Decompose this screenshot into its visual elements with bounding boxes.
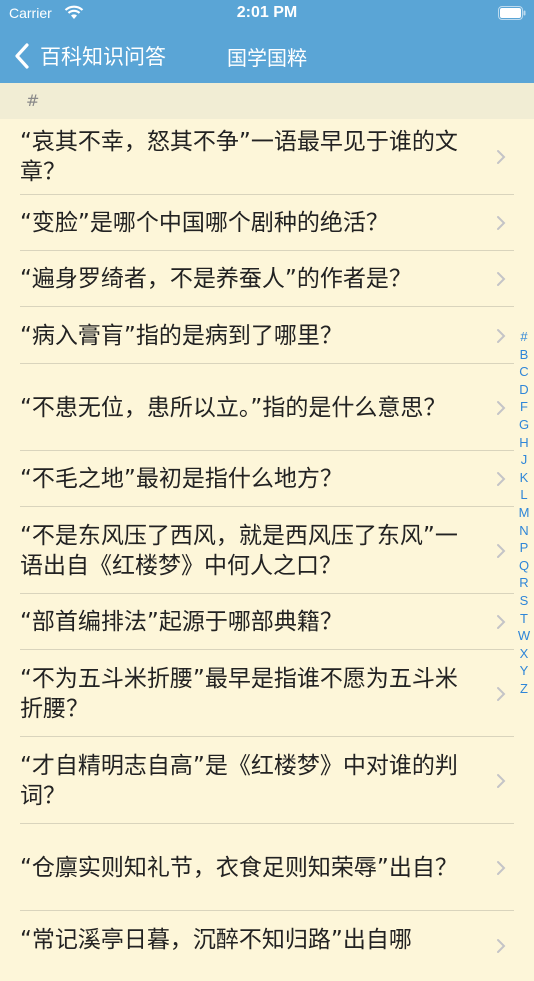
battery-icon xyxy=(498,6,526,20)
chevron-right-icon xyxy=(497,272,506,286)
index-item[interactable]: T xyxy=(515,610,533,628)
back-label: 百科知识问答 xyxy=(40,45,166,69)
index-item[interactable]: Q xyxy=(515,557,533,575)
section-index[interactable]: # B C D F G H J K L M N P Q R S T W X Y … xyxy=(515,328,533,697)
list-item-label: “不患无位，患所以立。”指的是什么意思？ xyxy=(20,394,447,421)
list-item[interactable]: “常记溪亭日暮，沉醉不知归路”出自哪 xyxy=(0,911,534,981)
clock: 2:01 PM xyxy=(236,4,298,21)
list-item[interactable]: “不患无位，患所以立。”指的是什么意思？ xyxy=(0,364,534,451)
chevron-right-icon xyxy=(497,150,506,164)
index-item[interactable]: Z xyxy=(515,680,533,698)
list-item[interactable]: “不为五斗米折腰”最早是指谁不愿为五斗米折腰？ xyxy=(0,650,534,737)
list-item-label: “不毛之地”最初是指什么地方？ xyxy=(20,466,343,492)
index-item[interactable]: P xyxy=(515,539,533,557)
index-item[interactable]: R xyxy=(515,574,533,592)
chevron-right-icon xyxy=(497,860,506,875)
list-item-label: “病入膏肓”指的是病到了哪里？ xyxy=(20,322,343,349)
list-item[interactable]: “才自精明志自高”是《红楼梦》中对谁的判词？ xyxy=(0,737,534,824)
index-item[interactable]: B xyxy=(515,346,533,364)
index-item[interactable]: L xyxy=(515,486,533,504)
index-item[interactable]: # xyxy=(515,328,533,346)
list-item[interactable]: “不毛之地”最初是指什么地方？ xyxy=(0,451,534,507)
index-item[interactable]: K xyxy=(515,469,533,487)
index-item[interactable]: J xyxy=(515,451,533,469)
chevron-right-icon xyxy=(497,773,506,788)
chevron-right-icon xyxy=(497,543,506,558)
index-item[interactable]: S xyxy=(515,592,533,610)
back-button[interactable]: 百科知识问答 xyxy=(14,38,166,74)
chevron-right-icon xyxy=(497,216,506,230)
chevron-right-icon xyxy=(497,939,506,953)
list-item[interactable]: “遍身罗绮者，不是养蚕人”的作者是？ xyxy=(0,251,534,307)
list-item[interactable]: “病入膏肓”指的是病到了哪里？ xyxy=(0,307,534,364)
list-item-label: “不为五斗米折腰”最早是指谁不愿为五斗米折腰？ xyxy=(20,665,458,722)
list-item-label: “哀其不幸，怒其不争”一语最早见于谁的文章？ xyxy=(20,129,458,185)
list-item-label: “仓廪实则知礼节，衣食足则知荣辱”出自？ xyxy=(20,854,458,881)
page-title: 国学国粹 xyxy=(227,46,307,70)
nav-bar: 百科知识问答 国学国粹 xyxy=(0,30,534,83)
index-item[interactable]: C xyxy=(515,363,533,381)
section-header: # xyxy=(0,83,534,119)
list-item[interactable]: “不是东风压了西风，就是西风压了东风”一语出自《红楼梦》中何人之口？ xyxy=(0,507,534,594)
list-item-label: “不是东风压了西风，就是西风压了东风”一语出自《红楼梦》中何人之口？ xyxy=(20,522,458,579)
list-item-label: “变脸”是哪个中国哪个剧种的绝活？ xyxy=(20,210,389,236)
status-bar: Carrier 2:01 PM xyxy=(0,0,534,30)
chevron-right-icon xyxy=(497,328,506,343)
index-item[interactable]: Y xyxy=(515,662,533,680)
list-item[interactable]: “哀其不幸，怒其不争”一语最早见于谁的文章？ xyxy=(0,119,534,195)
list-item[interactable]: “变脸”是哪个中国哪个剧种的绝活？ xyxy=(0,195,534,251)
index-item[interactable]: G xyxy=(515,416,533,434)
list-item-label: “常记溪亭日暮，沉醉不知归路”出自哪 xyxy=(20,927,412,953)
list-item-label: “才自精明志自高”是《红楼梦》中对谁的判词？ xyxy=(20,752,458,809)
section-header-label: # xyxy=(26,91,40,110)
index-item[interactable]: N xyxy=(515,522,533,540)
chevron-right-icon xyxy=(497,472,506,486)
question-list: “哀其不幸，怒其不争”一语最早见于谁的文章？ “变脸”是哪个中国哪个剧种的绝活？… xyxy=(0,119,534,981)
list-item-label: “遍身罗绮者，不是养蚕人”的作者是？ xyxy=(20,266,412,292)
index-item[interactable]: D xyxy=(515,381,533,399)
list-item[interactable]: “仓廪实则知礼节，衣食足则知荣辱”出自？ xyxy=(0,824,534,911)
index-item[interactable]: W xyxy=(515,627,533,645)
index-item[interactable]: F xyxy=(515,398,533,416)
index-item[interactable]: X xyxy=(515,645,533,663)
index-item[interactable]: H xyxy=(515,434,533,452)
chevron-right-icon xyxy=(497,400,506,415)
index-item[interactable]: M xyxy=(515,504,533,522)
list-item[interactable]: “部首编排法”起源于哪部典籍？ xyxy=(0,594,534,650)
chevron-left-icon xyxy=(15,43,29,69)
chevron-right-icon xyxy=(497,686,506,701)
list-item-label: “部首编排法”起源于哪部典籍？ xyxy=(20,609,343,635)
chevron-right-icon xyxy=(497,615,506,629)
